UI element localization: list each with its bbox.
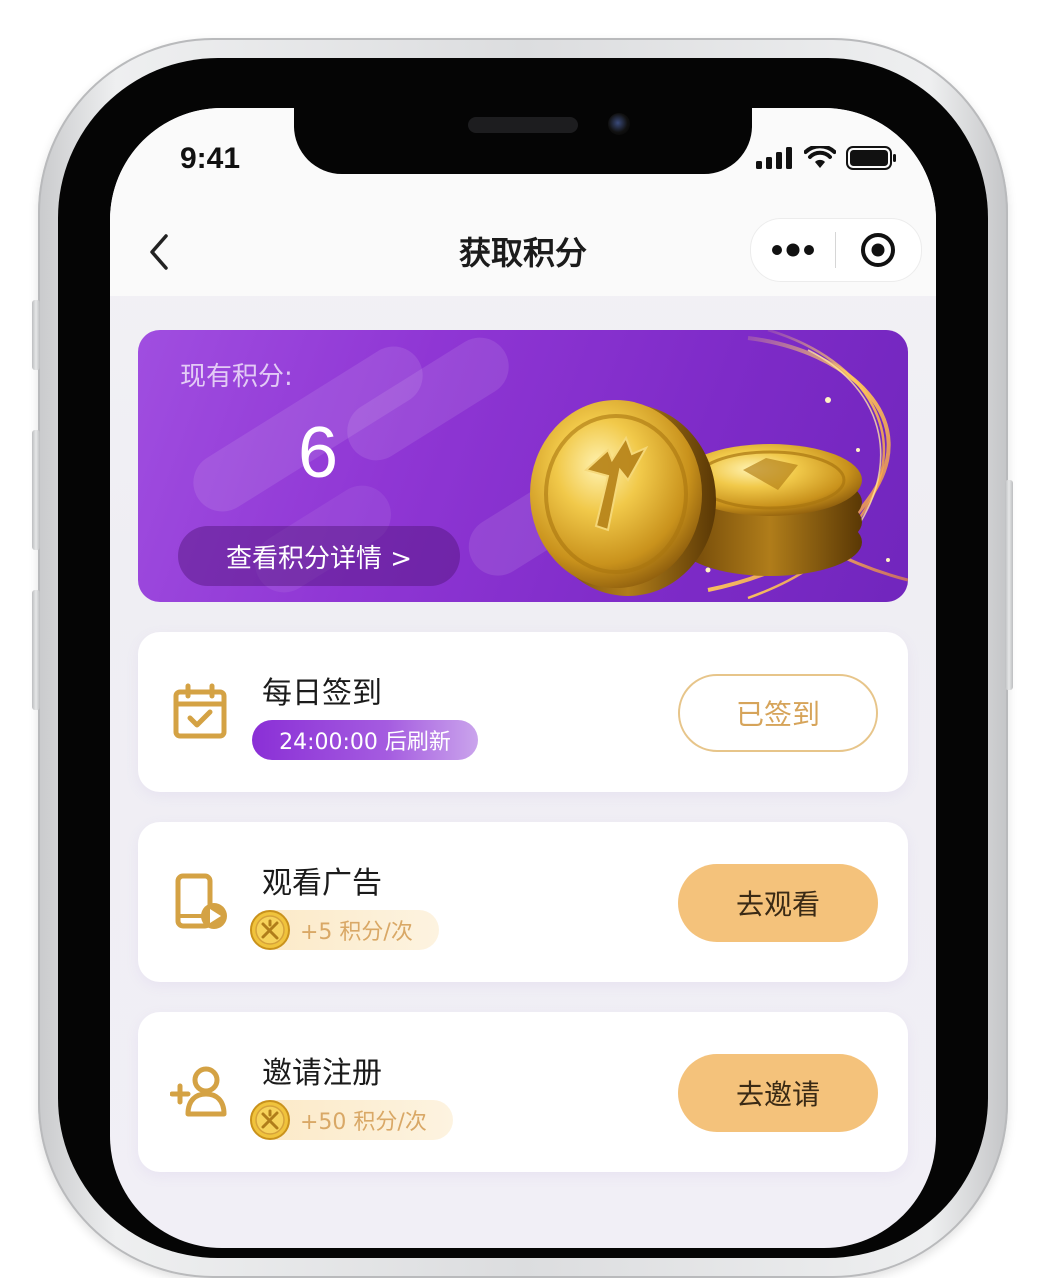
phone-side-button [32, 590, 40, 710]
reward-text: +50 积分/次 [300, 1110, 427, 1135]
task-title: 邀请注册 [262, 1056, 382, 1091]
coin-icon [250, 1100, 290, 1140]
refresh-countdown-badge: 24:00:00 后刷新 [252, 720, 478, 760]
task-title: 观看广告 [262, 866, 382, 901]
phone-side-button [1005, 480, 1013, 690]
task-card-invite: 邀请注册 +50 积分/次 去邀请 [138, 1012, 908, 1172]
close-target-icon[interactable] [836, 219, 920, 281]
coin-icon [250, 910, 290, 950]
reward-text: +5 积分/次 [300, 920, 413, 945]
watch-ad-button[interactable]: 去观看 [678, 864, 878, 942]
task-title: 每日签到 [262, 676, 382, 711]
balance-label: 现有积分: [180, 362, 293, 392]
battery-icon [846, 146, 896, 170]
phone-video-icon [175, 873, 227, 929]
status-time: 9:41 [180, 142, 241, 175]
view-points-detail-button[interactable]: 查看积分详情 > [178, 526, 460, 586]
reward-badge: +5 积分/次 [250, 910, 439, 950]
balance-value: 6 [297, 413, 339, 493]
nav-bar: 获取积分 [110, 208, 936, 296]
phone-side-button [32, 300, 40, 370]
phone-speaker [468, 117, 578, 133]
calendar-check-icon [173, 683, 227, 739]
task-card-watch-ad: 观看广告 +5 积分/次 去观看 [138, 822, 908, 982]
wifi-icon [804, 146, 836, 168]
phone-screen: 9:41 获取积分 现有积分: 6 查看积分详情 > 每日签到 24:00:00… [110, 108, 936, 1248]
front-camera [608, 113, 630, 135]
signal-icon [756, 147, 792, 169]
invite-button[interactable]: 去邀请 [678, 1054, 878, 1132]
checked-in-button[interactable]: 已签到 [678, 674, 878, 752]
mini-program-capsule [750, 218, 922, 282]
phone-side-button [32, 430, 40, 550]
gold-coins-illustration [530, 330, 908, 600]
reward-badge: +50 积分/次 [250, 1100, 453, 1140]
more-icon[interactable] [751, 219, 835, 281]
add-user-icon [170, 1066, 227, 1117]
points-banner: 现有积分: 6 查看积分详情 > [138, 330, 908, 602]
status-icons [756, 146, 898, 170]
task-card-daily-checkin: 每日签到 24:00:00 后刷新 已签到 [138, 632, 908, 792]
